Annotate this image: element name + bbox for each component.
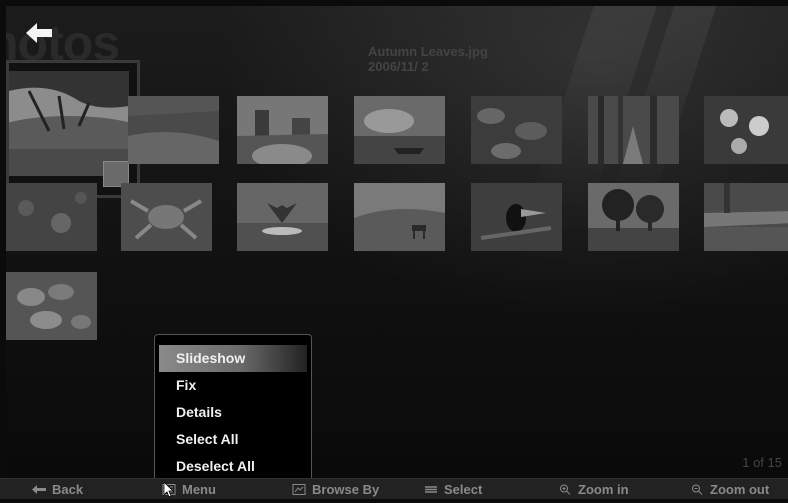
key-browse-by-label: Browse By bbox=[312, 482, 380, 497]
thumbnail-leaf-macro[interactable] bbox=[6, 272, 97, 340]
menu-item-deselect-all[interactable]: Deselect All bbox=[159, 453, 307, 478]
file-info: Autumn Leaves.jpg 2006/11/ 2 bbox=[368, 44, 488, 74]
context-menu: Slideshow Fix Details Select All Deselec… bbox=[154, 334, 312, 478]
key-back[interactable]: Back bbox=[32, 482, 84, 497]
thumbnail-whale-tail[interactable] bbox=[237, 183, 328, 251]
thumbnail-green-leaves[interactable] bbox=[471, 96, 562, 164]
select-key-icon bbox=[424, 483, 438, 494]
zoom-out-icon bbox=[690, 483, 704, 495]
key-zoom-out-label: Zoom out bbox=[710, 482, 770, 497]
key-browse-by[interactable]: Browse By bbox=[292, 482, 380, 497]
browse-key-icon bbox=[292, 483, 306, 495]
thumbnail-sea-turtle[interactable] bbox=[121, 183, 212, 251]
thumbnail-toucan[interactable] bbox=[471, 183, 562, 251]
menu-item-slideshow[interactable]: Slideshow bbox=[159, 345, 307, 372]
thumbnail-desert-dunes-oryx[interactable] bbox=[354, 183, 445, 251]
thumbnail-tree-bark[interactable] bbox=[6, 183, 97, 251]
menu-item-fix[interactable]: Fix bbox=[159, 372, 307, 399]
file-date: 2006/11/ 2 bbox=[368, 59, 429, 74]
key-select-label: Select bbox=[444, 482, 483, 497]
key-zoom-in-label: Zoom in bbox=[578, 482, 629, 497]
back-arrow-icon[interactable] bbox=[26, 22, 52, 44]
key-zoom-out[interactable]: Zoom out bbox=[690, 482, 770, 497]
mouse-cursor-icon bbox=[163, 481, 174, 498]
photo-browser-screen: hotos Autumn Leaves.jpg 2006/11/ 2 bbox=[6, 6, 788, 478]
thumbnail-flowers[interactable] bbox=[704, 96, 788, 164]
menu-item-details[interactable]: Details bbox=[159, 399, 307, 426]
thumbnail-lake-boat[interactable] bbox=[354, 96, 445, 164]
thumbnail-meadow-river[interactable] bbox=[128, 96, 219, 164]
photo-counter: 1 of 15 bbox=[742, 455, 782, 470]
file-name: Autumn Leaves.jpg bbox=[368, 44, 488, 59]
back-key-icon bbox=[32, 483, 46, 494]
key-zoom-in[interactable]: Zoom in bbox=[558, 482, 629, 497]
bottom-key-bar: Back Menu Browse By Select Zoom in Zoom … bbox=[0, 478, 788, 499]
key-menu-label: Menu bbox=[182, 482, 216, 497]
thumbnail-trees-field[interactable] bbox=[588, 183, 679, 251]
key-back-label: Back bbox=[52, 482, 84, 497]
thumbnail-waterfall-stream[interactable] bbox=[704, 183, 788, 251]
selected-thumbnail-frame[interactable] bbox=[6, 60, 140, 198]
menu-item-select-all[interactable]: Select All bbox=[159, 426, 307, 453]
thumbnail-forest-path[interactable] bbox=[588, 96, 679, 164]
thumbnail-desert-buttes[interactable] bbox=[237, 96, 328, 164]
zoom-in-icon bbox=[558, 483, 572, 495]
key-select[interactable]: Select bbox=[424, 482, 483, 497]
